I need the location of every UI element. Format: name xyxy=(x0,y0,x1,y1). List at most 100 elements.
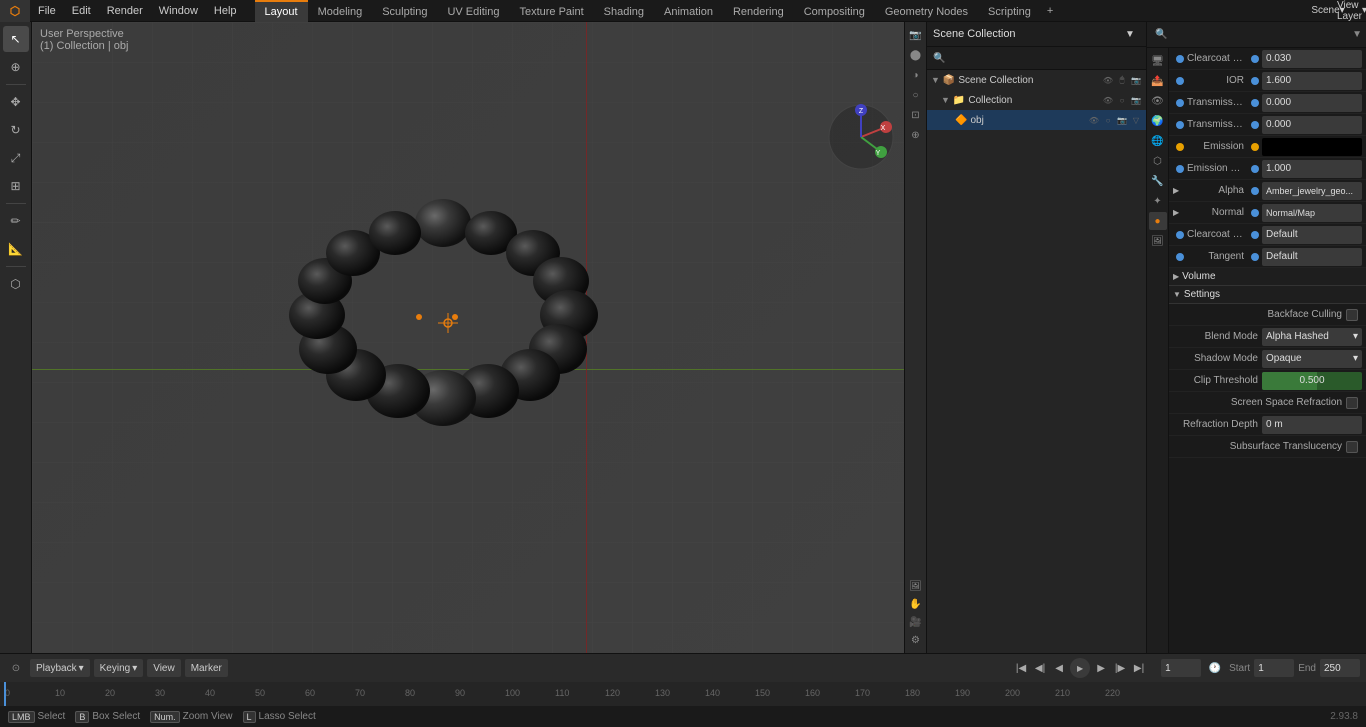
normal-value[interactable]: Normal/Map xyxy=(1262,204,1362,222)
props-tab-modifier[interactable]: 🔧 xyxy=(1149,172,1167,190)
transmission-r-value[interactable]: 0.000 xyxy=(1262,116,1362,134)
next-frame-btn[interactable]: ▶ xyxy=(1093,660,1109,676)
tab-scripting[interactable]: Scripting xyxy=(978,0,1041,22)
blend-mode-dropdown[interactable]: Alpha Hashed ▾ xyxy=(1262,328,1362,346)
outliner-filter-icon[interactable]: ▼ xyxy=(1120,25,1140,43)
menu-window[interactable]: Window xyxy=(151,3,206,19)
tool-measure[interactable]: 📐 xyxy=(3,236,29,262)
tool-cursor[interactable]: ⊕ xyxy=(3,54,29,80)
props-tab-particles[interactable]: ✦ xyxy=(1149,192,1167,210)
tool-transform[interactable]: ⊞ xyxy=(3,173,29,199)
tab-compositing[interactable]: Compositing xyxy=(794,0,875,22)
obj-select-icon[interactable]: ○ xyxy=(1102,114,1114,126)
viewport-camera-btn[interactable]: 📷 xyxy=(907,26,925,44)
prev-keyframe-btn[interactable]: ◀| xyxy=(1032,660,1048,676)
tool-add[interactable]: ⬡ xyxy=(3,271,29,297)
settings-section-header[interactable]: ▼ Settings xyxy=(1169,286,1366,304)
scene-selector[interactable]: Scene ▾ xyxy=(1318,2,1338,20)
scene-collection-select-icon[interactable]: 🖱 xyxy=(1116,74,1128,86)
collection-view-icon[interactable]: 👁 xyxy=(1102,94,1114,106)
scene-collection-render-icon[interactable]: 📷 xyxy=(1130,74,1142,86)
alpha-value[interactable]: Amber_jewelry_geo... xyxy=(1262,182,1362,200)
tab-animation[interactable]: Animation xyxy=(654,0,723,22)
props-tab-world[interactable]: 🌐 xyxy=(1149,132,1167,150)
volume-section-header[interactable]: ▶ Volume xyxy=(1169,268,1366,286)
current-frame-input[interactable]: 1 xyxy=(1161,659,1201,677)
playback-menu[interactable]: Playback ▾ xyxy=(30,659,90,677)
tab-uv-editing[interactable]: UV Editing xyxy=(437,0,509,22)
normal-expand-arrow[interactable]: ▶ xyxy=(1173,208,1179,217)
menu-edit[interactable]: Edit xyxy=(64,3,99,19)
viewport-fly-btn[interactable]: 🎥 xyxy=(907,613,925,631)
tab-geometry-nodes[interactable]: Geometry Nodes xyxy=(875,0,978,22)
properties-search[interactable]: 🔍 xyxy=(1151,26,1271,44)
timeline-mode-icon[interactable]: ⊙ xyxy=(6,659,26,677)
tool-scale[interactable]: ⤢ xyxy=(3,145,29,171)
shadow-mode-dropdown[interactable]: Opaque ▾ xyxy=(1262,350,1362,368)
viewport-hand-btn[interactable]: ✋ xyxy=(907,595,925,613)
marker-menu[interactable]: Marker xyxy=(185,659,228,677)
obj-filter-icon[interactable]: ▽ xyxy=(1130,114,1142,126)
props-tab-scene[interactable]: 🌍 xyxy=(1149,112,1167,130)
tab-rendering[interactable]: Rendering xyxy=(723,0,794,22)
viewport-shading-material[interactable]: ◑ xyxy=(907,66,925,84)
viewport-extra-btn[interactable]: ⚙ xyxy=(907,631,925,649)
backface-culling-checkbox[interactable] xyxy=(1346,309,1358,321)
props-tab-output[interactable]: 📤 xyxy=(1149,72,1167,90)
subsurface-translucency-checkbox[interactable] xyxy=(1346,441,1358,453)
refraction-depth-value[interactable]: 0 m xyxy=(1262,416,1362,434)
tab-layout[interactable]: Layout xyxy=(255,0,308,22)
viewport-shading-render[interactable]: ○ xyxy=(907,86,925,104)
viewport-display-btn[interactable]: 🖼 xyxy=(907,577,925,595)
obj-view-icon[interactable]: 👁 xyxy=(1088,114,1100,126)
scene-collection-view-icon[interactable]: 👁 xyxy=(1102,74,1114,86)
play-end-btn[interactable]: ▶| xyxy=(1131,660,1147,676)
end-frame-input[interactable]: 250 xyxy=(1320,659,1360,677)
frame-clock-icon[interactable]: 🕐 xyxy=(1205,659,1225,677)
tool-annotate[interactable]: ✏ xyxy=(3,208,29,234)
transmission-value[interactable]: 0.000 xyxy=(1262,94,1362,112)
start-frame-input[interactable]: 1 xyxy=(1254,659,1294,677)
play-btn[interactable]: ▶ xyxy=(1070,658,1090,678)
outliner-search-input[interactable]: 🔍 xyxy=(929,49,1029,67)
clearcoat-rough-value[interactable]: 0.030 xyxy=(1262,50,1362,68)
clearcoat-normal-value[interactable]: Default xyxy=(1262,226,1362,244)
outliner-collection[interactable]: ▼ 📁 Collection 👁 ○ 📷 xyxy=(927,90,1146,110)
frame-ruler[interactable]: 0 10 20 30 40 50 60 70 80 90 100 110 120… xyxy=(0,682,1366,706)
screen-space-refraction-checkbox[interactable] xyxy=(1346,397,1358,409)
alpha-expand-arrow[interactable]: ▶ xyxy=(1173,186,1179,195)
tab-shading[interactable]: Shading xyxy=(594,0,654,22)
props-filter-icon[interactable]: ▼ xyxy=(1352,29,1362,40)
obj-render-icon[interactable]: 📷 xyxy=(1116,114,1128,126)
props-tab-texture[interactable]: 🖼 xyxy=(1149,232,1167,250)
tool-move[interactable]: ✥ xyxy=(3,89,29,115)
collection-exclude-icon[interactable]: ○ xyxy=(1116,94,1128,106)
prev-frame-btn[interactable]: ◀ xyxy=(1051,660,1067,676)
tangent-value[interactable]: Default xyxy=(1262,248,1362,266)
outliner-obj[interactable]: 🔶 obj 👁 ○ 📷 ▽ xyxy=(927,110,1146,130)
clip-threshold-slider[interactable]: 0.500 xyxy=(1262,372,1362,390)
viewport-gizmo-btn[interactable]: ⊕ xyxy=(907,126,925,144)
viewport-overlays-btn[interactable]: ⊡ xyxy=(907,106,925,124)
props-tab-object[interactable]: ⬡ xyxy=(1149,152,1167,170)
keying-menu[interactable]: Keying ▾ xyxy=(94,659,144,677)
props-tab-material[interactable]: ● xyxy=(1149,212,1167,230)
tab-texture-paint[interactable]: Texture Paint xyxy=(509,0,593,22)
emission-strength-value[interactable]: 1.000 xyxy=(1262,160,1362,178)
props-tab-render[interactable]: 🖥 xyxy=(1149,52,1167,70)
tool-select[interactable]: ↖ xyxy=(3,26,29,52)
emission-color-swatch[interactable] xyxy=(1262,138,1362,156)
outliner-scene-collection[interactable]: ▼ 📦 Scene Collection 👁 🖱 📷 xyxy=(927,70,1146,90)
viewport-shading-solid[interactable]: ⬤ xyxy=(907,46,925,64)
viewport-3d[interactable]: User Perspective (1) Collection | obj xyxy=(32,22,926,653)
view-layer-selector[interactable]: View Layer ▾ xyxy=(1342,2,1362,20)
menu-help[interactable]: Help xyxy=(206,3,245,19)
play-begin-btn[interactable]: |◀ xyxy=(1013,660,1029,676)
ior-value[interactable]: 1.600 xyxy=(1262,72,1362,90)
props-tab-view[interactable]: 👁 xyxy=(1149,92,1167,110)
collection-render-icon[interactable]: 📷 xyxy=(1130,94,1142,106)
tab-modeling[interactable]: Modeling xyxy=(308,0,373,22)
tab-sculpting[interactable]: Sculpting xyxy=(372,0,437,22)
next-keyframe-btn[interactable]: |▶ xyxy=(1112,660,1128,676)
timeline-view-menu[interactable]: View xyxy=(147,659,181,677)
